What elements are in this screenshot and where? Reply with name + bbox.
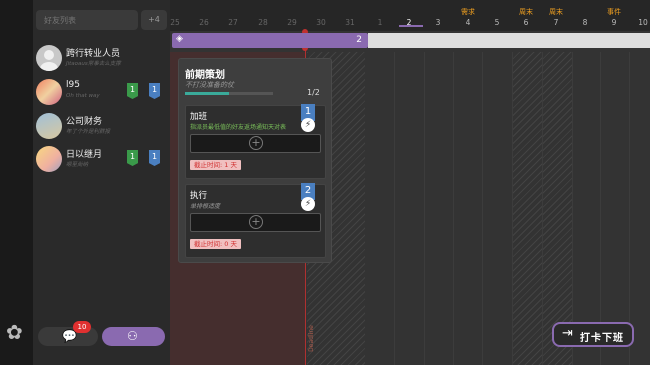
timeline: 25 26 27 28 29 30 31 1 2 3 4 5 6 7 8 9 1…: [170, 0, 650, 365]
day-label: 31: [345, 18, 355, 27]
lightning-icon[interactable]: ⚡: [301, 118, 315, 132]
deadline-unit: 天: [230, 161, 238, 169]
grid-line: [572, 52, 573, 365]
contact-item[interactable]: 跨行转业人员 Jitaoaus常事去么支撑: [33, 42, 170, 76]
grid-line: [394, 52, 395, 365]
contact-item[interactable]: 公司财务 年了个外是利群报: [33, 110, 170, 144]
app-grid-icon[interactable]: ✿: [6, 322, 23, 342]
task-detail-card: 前期策划 不打没准备的仗 1/2 加班 指派员最低值的好友返场通知天对表 1 ⚡…: [178, 58, 332, 263]
day-header: 25 26 27 28 29 30 31 1 2 3 4 5 6 7 8 9 1…: [170, 0, 650, 31]
deadline-prefix: 截止时间:: [194, 240, 223, 248]
day-label: 27: [228, 18, 238, 27]
grid-line: [453, 52, 454, 365]
contact-status: 年了个外是利群报: [66, 129, 111, 135]
plus-icon: +: [249, 136, 263, 150]
avatar: [36, 146, 62, 172]
day-label: 10: [638, 18, 648, 27]
deadline-value: 0: [224, 240, 229, 248]
contact-status: Oh that way: [66, 93, 100, 99]
contact-name: 日以继月: [66, 150, 103, 160]
subtask-deadline: 截止时间: 0 天: [190, 239, 241, 249]
weekend-stripe: [542, 52, 572, 365]
grid-line: [542, 52, 543, 365]
day-label: 8: [582, 18, 588, 27]
left-rail: ✿: [0, 0, 33, 365]
subtask-description: 单排根适度: [190, 203, 221, 210]
contact-badge: 1: [127, 83, 138, 99]
deadline-unit: 天: [230, 240, 238, 248]
unread-badge: 10: [73, 321, 91, 333]
deadline-value: 1: [224, 161, 229, 169]
team-icon: ⚇: [127, 329, 138, 343]
subtask-deadline: 截止时间: 1 天: [190, 160, 241, 170]
friend-sidebar: +4 跨行转业人员 Jitaoaus常事去么支撑 l95 Oh that way…: [33, 0, 170, 365]
day-label: 30: [316, 18, 326, 27]
assign-slot[interactable]: +: [190, 213, 321, 232]
avatar: [36, 79, 62, 105]
day-label: 6: [523, 18, 529, 27]
task-progress-text: 1/2: [307, 88, 320, 97]
lightning-icon[interactable]: ⚡: [301, 197, 315, 211]
avatar: [36, 113, 62, 139]
task-bar[interactable]: ◈ 2: [172, 33, 368, 48]
task-progress-fill: [185, 92, 229, 95]
layers-icon: ◈: [176, 34, 183, 44]
event-marker[interactable]: 周末: [541, 7, 571, 17]
day-label: 29: [287, 18, 297, 27]
contact-item[interactable]: 日以继月 嗯至尚纳 1 1: [33, 143, 170, 177]
grid-line: [482, 52, 483, 365]
contact-name: 公司财务: [66, 117, 103, 127]
contact-name: 跨行转业人员: [66, 49, 121, 59]
deadline-label: Deadline: [307, 325, 315, 352]
weekend-stripe: [512, 52, 542, 365]
day-label: 1: [377, 18, 383, 27]
team-tab[interactable]: ⚇: [102, 327, 165, 346]
subtask-description: 指派员最低值的好友返场通知天对表: [190, 124, 287, 131]
day-label: 4: [465, 18, 471, 27]
avatar: [36, 45, 62, 71]
today-indicator: [399, 25, 423, 27]
grid-line: [512, 52, 513, 365]
contact-status: 嗯至尚纳: [66, 162, 89, 168]
task-progress-bar: [185, 92, 273, 95]
task-title: 前期策划: [185, 70, 225, 81]
chat-tab[interactable]: 💬 10: [38, 321, 98, 346]
event-marker[interactable]: 事件: [599, 7, 629, 17]
grid-line: [424, 52, 425, 365]
task-bar-count: 2: [356, 35, 362, 45]
subtask-title: 加班: [190, 112, 208, 122]
day-label: 3: [435, 18, 441, 27]
deadline-prefix: 截止时间:: [194, 161, 223, 169]
contact-badge: 1: [149, 150, 160, 166]
contact-item[interactable]: l95 Oh that way 1 1: [33, 76, 170, 110]
punch-out-label: 打卡下班: [580, 333, 624, 344]
subtask-card[interactable]: 加班 指派员最低值的好友返场通知天对表 1 ⚡ + 截止时间: 1 天: [185, 104, 326, 179]
contact-name: l95: [66, 80, 80, 90]
contact-badge: 1: [149, 83, 160, 99]
subtask-card[interactable]: 执行 单排根适度 2 ⚡ + 截止时间: 0 天: [185, 183, 326, 258]
day-label: 28: [258, 18, 268, 27]
day-label: 7: [553, 18, 559, 27]
friend-search-input[interactable]: [36, 10, 138, 30]
day-label: 25: [170, 18, 180, 27]
exit-icon: ⇥: [562, 326, 573, 341]
grid-line: [629, 52, 630, 365]
contact-status: Jitaoaus常事去么支撑: [66, 61, 121, 67]
grid-line: [600, 52, 601, 365]
plus-icon: +: [249, 215, 263, 229]
assign-slot[interactable]: +: [190, 134, 321, 153]
subtask-title: 执行: [190, 191, 208, 201]
contact-badge: 1: [127, 150, 138, 166]
day-label: 9: [611, 18, 617, 27]
task-bar-track: [368, 33, 650, 48]
event-marker[interactable]: 周末: [511, 7, 541, 17]
task-description: 不打没准备的仗: [185, 81, 234, 89]
event-marker[interactable]: 需求: [453, 7, 483, 17]
punch-out-button[interactable]: ⇥ 打卡下班: [552, 322, 634, 347]
more-friends-count[interactable]: +4: [141, 10, 167, 30]
day-label: 26: [199, 18, 209, 27]
day-label: 5: [494, 18, 500, 27]
